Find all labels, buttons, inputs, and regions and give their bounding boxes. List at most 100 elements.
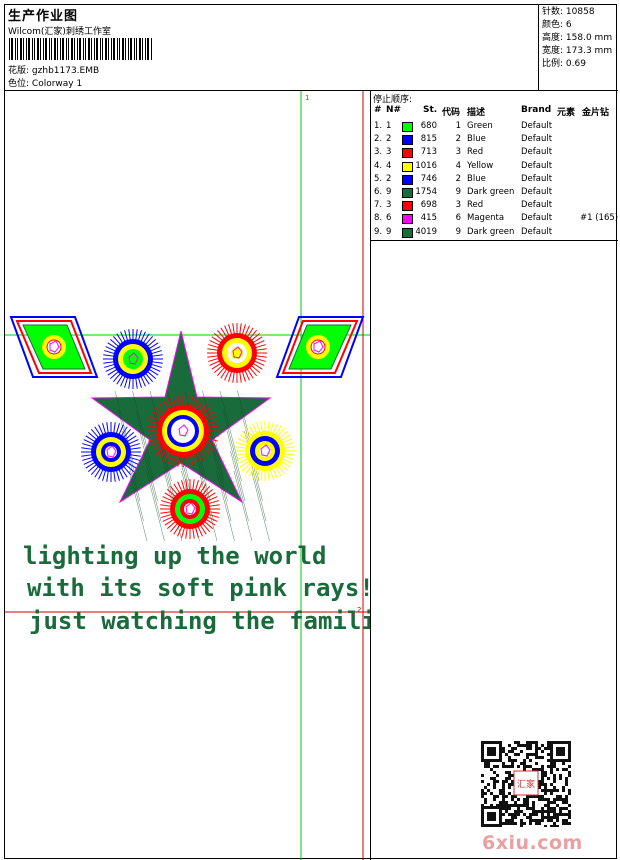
qr-module (541, 816, 544, 819)
qr-module (541, 774, 544, 777)
qr-module (535, 756, 538, 759)
qr-module (550, 792, 553, 795)
color-swatch (402, 227, 413, 238)
table-header: # N# St. 代码 描述 Brand 元素 金片钻 (371, 105, 618, 118)
qr-module (523, 762, 526, 765)
qr-module (535, 744, 538, 747)
row-code: 3 (455, 200, 461, 211)
qr-module (529, 765, 532, 768)
design-file: 花版: gzhb1173.EMB (8, 63, 99, 76)
qr-module (550, 783, 553, 786)
qr-module (538, 822, 541, 825)
qr-module (529, 807, 532, 810)
row-needle: 3 (386, 147, 392, 158)
qr-module (532, 807, 535, 810)
embroidered-text: lighting up the world with its soft pink… (23, 542, 370, 635)
barcode (9, 38, 152, 60)
qr-module (481, 792, 484, 795)
qr-module (550, 762, 553, 765)
qr-module (496, 765, 499, 768)
qr-module (547, 777, 550, 780)
qr-module (520, 825, 523, 827)
row-brand: Default (521, 160, 553, 171)
qr-module (547, 807, 550, 810)
qr-module (541, 810, 544, 813)
qr-module (511, 762, 514, 765)
qr-module (511, 747, 514, 750)
col-idx: # (374, 105, 382, 115)
qr-module (568, 810, 571, 813)
qr-module (562, 807, 565, 810)
row-needle: 1 (386, 121, 392, 131)
qr-module (526, 756, 529, 759)
qr-module (508, 822, 511, 825)
stop-sequence-panel: 停止顺序: # N# St. 代码 描述 Brand 元素 金片钻 1. 1 680… (371, 91, 618, 241)
qr-module (544, 789, 547, 792)
row-description: Magenta (467, 213, 505, 224)
qr-module (523, 822, 526, 825)
row-description: Blue (467, 134, 486, 145)
qr-module (541, 777, 544, 780)
qr-module (505, 822, 508, 825)
qr-module (526, 747, 529, 750)
qr-module (490, 792, 493, 795)
table-row: 2. 2 815 2 Blue Default (371, 133, 618, 146)
col-st: St. (423, 105, 438, 115)
qr-module (556, 768, 559, 771)
qr-module (568, 789, 571, 792)
medallion (235, 421, 295, 481)
qr-module (499, 792, 502, 795)
qr-module (547, 765, 550, 768)
qr-module (514, 741, 517, 744)
qr-module (502, 822, 505, 825)
qr-module (568, 792, 571, 795)
qr-module (547, 798, 550, 801)
site-watermark: 6xiu.com (482, 832, 583, 854)
qr-module (556, 804, 559, 807)
barcode-bar (34, 38, 35, 60)
qr-module (526, 807, 529, 810)
row-brand: Default (521, 213, 553, 224)
qr-module (544, 786, 547, 789)
qr-module (505, 807, 508, 810)
qr-module (502, 804, 505, 807)
qr-module (508, 804, 511, 807)
qr-module (511, 759, 514, 762)
medallions (81, 323, 295, 539)
design-preview: 1 2 lighting up the world with its soft … (5, 91, 371, 860)
qr-module (568, 822, 571, 825)
qr-module (481, 789, 484, 792)
qr-module (565, 783, 568, 786)
qr-module (484, 801, 487, 804)
qr-module (541, 813, 544, 816)
qr-module (517, 804, 520, 807)
qr-module (553, 762, 556, 765)
qr-module (481, 774, 484, 777)
color-swatch (402, 148, 413, 159)
qr-module (523, 765, 526, 768)
row-needle: 9 (386, 226, 392, 237)
table-row: 7. 3 698 3 Red Default (371, 199, 618, 212)
qr-module (544, 774, 547, 777)
medallion-hub (171, 419, 195, 443)
col-sequin: 金片钻 (582, 108, 610, 118)
qr-module (526, 804, 529, 807)
production-worksheet: 生产作业图 Wilcom(汇家)刺绣工作室 花版: gzhb1173.EMB 色… (4, 4, 618, 860)
barcode-bar (51, 38, 52, 60)
qr-module (493, 765, 496, 768)
color-swatch (402, 201, 413, 212)
row-element: #1 (165) (580, 213, 619, 224)
qr-module (514, 816, 517, 819)
barcode-bar (57, 38, 58, 60)
barcode-bar (130, 38, 132, 60)
stop-sequence-rows: 1. 1 680 1 Green Default 2. 2 815 2 Blue Default 3. 3… (371, 120, 618, 239)
sheet-title: 生产作业图 (8, 9, 79, 24)
qr-module (565, 798, 568, 801)
qr-module (484, 786, 487, 789)
barcode-bar (145, 38, 146, 60)
row-brand: Default (521, 121, 553, 131)
qr-module (502, 789, 505, 792)
qr-finder-core (487, 812, 496, 821)
qr-module (556, 795, 559, 798)
qr-module (490, 777, 493, 780)
